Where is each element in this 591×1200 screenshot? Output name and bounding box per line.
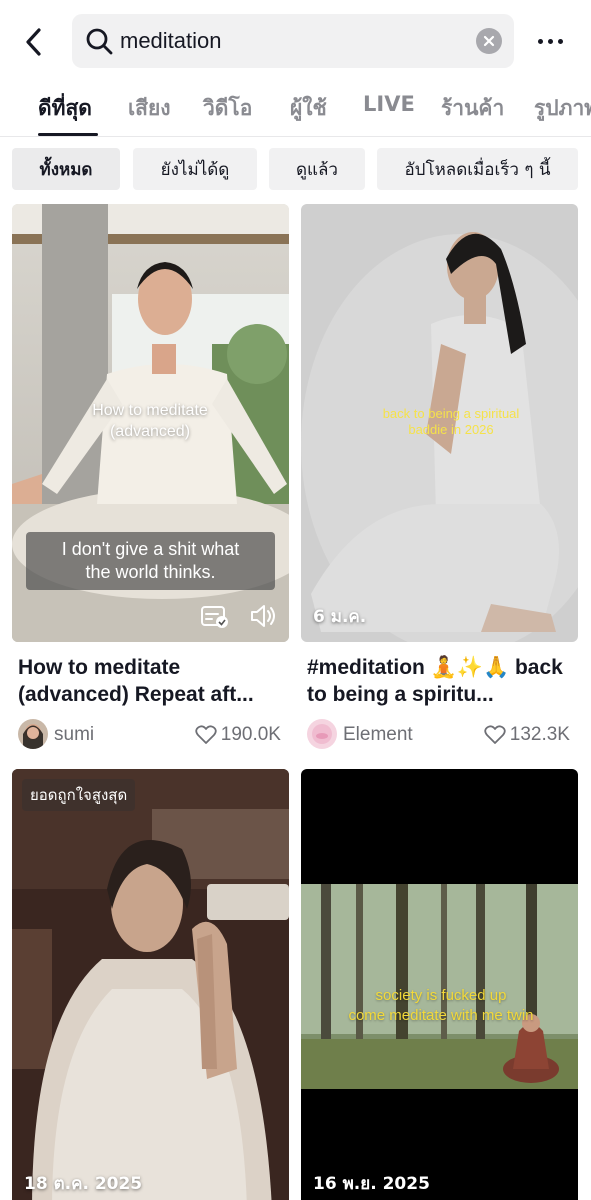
tab-top[interactable]: ดีที่สุด bbox=[38, 92, 92, 125]
captions-icon[interactable] bbox=[200, 604, 230, 630]
close-icon bbox=[483, 35, 495, 47]
video-meta: sumi 190.0K bbox=[12, 716, 289, 756]
tab-users[interactable]: ผู้ใช้ bbox=[290, 92, 327, 125]
search-query[interactable]: meditation bbox=[120, 28, 222, 54]
upload-date: 18 ต.ค. 2025 bbox=[24, 1174, 143, 1194]
prayer-photo bbox=[12, 769, 289, 1200]
top-liked-badge: ยอดถูกใจสูงสุด bbox=[22, 779, 136, 811]
video-overlay-title: back to being a spiritual baddie in 2026 bbox=[382, 406, 520, 437]
search-icon bbox=[86, 28, 113, 55]
clear-search-button[interactable] bbox=[476, 28, 502, 54]
video-card[interactable]: How to meditate (advanced) I don't give … bbox=[12, 204, 289, 756]
video-card[interactable]: back to being a spiritual baddie in 2026… bbox=[301, 204, 578, 756]
active-tab-indicator bbox=[38, 133, 98, 136]
top-bar: meditation bbox=[0, 0, 591, 82]
video-thumbnail[interactable]: How to meditate (advanced) I don't give … bbox=[12, 204, 289, 642]
more-options-button[interactable] bbox=[528, 26, 572, 56]
video-card[interactable]: ยอดถูกใจสูงสุด 18 ต.ค. 2025 bbox=[12, 769, 289, 1200]
dot-icon bbox=[547, 38, 553, 44]
dot-icon bbox=[537, 38, 543, 44]
video-subtitle: I don't give a shit what the world think… bbox=[26, 532, 275, 590]
video-overlay-title: How to meditate (advanced) bbox=[92, 402, 208, 440]
like-count: 190.0K bbox=[195, 724, 281, 746]
avatar[interactable] bbox=[18, 719, 48, 749]
volume-icon[interactable] bbox=[248, 602, 278, 630]
like-count-value: 190.0K bbox=[220, 724, 281, 745]
dot-icon bbox=[557, 38, 563, 44]
video-meta: Element 132.3K bbox=[301, 716, 578, 756]
filter-recent[interactable]: อัปโหลดเมื่อเร็ว ๆ นี้ bbox=[377, 148, 578, 190]
upload-date: 16 พ.ย. 2025 bbox=[313, 1174, 430, 1194]
author-name[interactable]: sumi bbox=[54, 724, 94, 746]
tab-live[interactable]: LIVE bbox=[363, 92, 415, 116]
like-count: 132.3K bbox=[484, 724, 570, 746]
tab-videos[interactable]: วิดีโอ bbox=[203, 92, 252, 125]
chevron-left-icon bbox=[26, 28, 41, 56]
video-thumbnail[interactable]: ยอดถูกใจสูงสุด 18 ต.ค. 2025 bbox=[12, 769, 289, 1200]
video-card[interactable]: society is fucked up come meditate with … bbox=[301, 769, 578, 1200]
author-name[interactable]: Element bbox=[343, 724, 413, 746]
video-title[interactable]: How to meditate (advanced) Repeat aft... bbox=[12, 654, 289, 708]
search-tabs: ดีที่สุด เสียง วิดีโอ ผู้ใช้ LIVE ร้านค้… bbox=[0, 82, 591, 137]
tab-shop[interactable]: ร้านค้า bbox=[441, 92, 504, 125]
filter-all[interactable]: ทั้งหมด bbox=[12, 148, 120, 190]
heart-icon bbox=[195, 725, 217, 744]
filter-chips: ทั้งหมด ยังไม่ได้ดู ดูแล้ว อัปโหลดเมื่อเ… bbox=[0, 148, 591, 192]
video-overlay-title: society is fucked up come meditate with … bbox=[348, 987, 534, 1024]
avatar[interactable] bbox=[307, 719, 337, 749]
video-title[interactable]: #meditation 🧘✨🙏 back to being a spiritu.… bbox=[301, 654, 578, 708]
tab-photos[interactable]: รูปภาพ bbox=[534, 92, 591, 125]
search-input[interactable]: meditation bbox=[72, 14, 514, 68]
heart-icon bbox=[484, 725, 506, 744]
tab-sounds[interactable]: เสียง bbox=[128, 92, 171, 125]
video-thumbnail[interactable]: back to being a spiritual baddie in 2026… bbox=[301, 204, 578, 642]
upload-date: 6 ม.ค. bbox=[313, 607, 367, 627]
filter-unwatched[interactable]: ยังไม่ได้ดู bbox=[133, 148, 257, 190]
like-count-value: 132.3K bbox=[509, 724, 570, 745]
video-thumbnail[interactable]: society is fucked up come meditate with … bbox=[301, 769, 578, 1200]
filter-watched[interactable]: ดูแล้ว bbox=[269, 148, 365, 190]
forest-photo bbox=[301, 769, 578, 1200]
back-button[interactable] bbox=[14, 22, 54, 62]
